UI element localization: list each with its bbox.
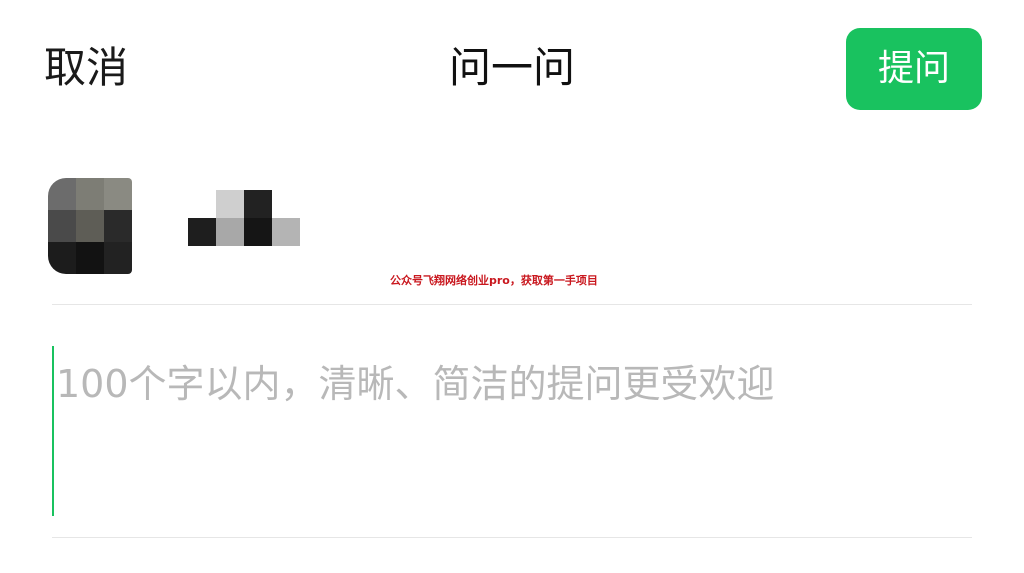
avatar-mosaic-cell [76,210,104,242]
avatar-mosaic-cell [104,242,132,274]
username-mosaic-cell [188,190,216,218]
username-mosaic-cell [244,218,272,246]
submit-question-button[interactable]: 提问 [846,28,982,110]
divider [52,304,972,305]
avatar-mosaic-cell [104,178,132,210]
avatar [48,178,132,274]
username-mosaic-cell [272,218,300,246]
username-mosaic-cell [216,190,244,218]
avatar-mosaic-cell [48,210,76,242]
username-mosaic-cell [244,190,272,218]
avatar-mosaic-cell [48,242,76,274]
username-mosaic-cell [216,218,244,246]
username-mosaic-cell [188,218,216,246]
top-bar: 取消 问一问 提问 [0,0,1024,130]
avatar-mosaic-cell [76,242,104,274]
divider [52,537,972,538]
user-info [48,178,978,278]
watermark-text: 公众号飞翔网络创业pro，获取第一手项目 [390,274,598,287]
username-mosaic-cell [272,190,300,218]
avatar-mosaic-cell [104,210,132,242]
username-blurred [188,190,302,246]
avatar-mosaic-cell [76,178,104,210]
avatar-mosaic-cell [48,178,76,210]
question-input[interactable] [52,346,976,516]
